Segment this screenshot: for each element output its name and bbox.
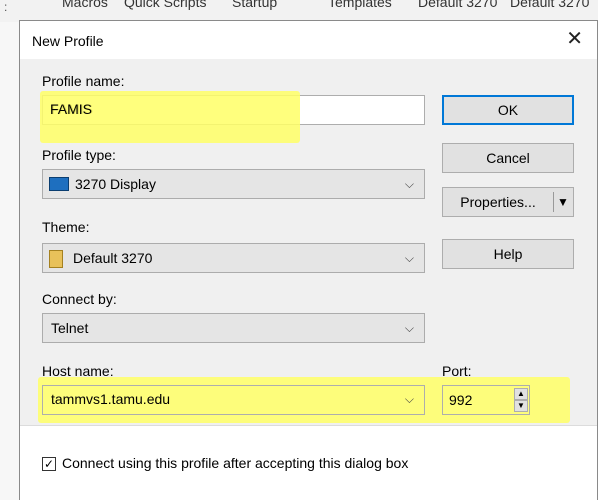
theme-label: Theme: (42, 219, 90, 235)
profile-name-label: Profile name: (42, 73, 125, 89)
port-label: Port: (442, 363, 472, 379)
new-profile-dialog: New Profile ✕ Profile name: FAMIS FAMIS … (19, 20, 598, 500)
background-tab-default-3270[interactable]: Default 3270 (418, 0, 497, 10)
connect-checkbox[interactable]: ✓ (42, 457, 56, 471)
dialog-title: New Profile (32, 33, 104, 49)
properties-button[interactable]: Properties... ▼ (442, 187, 574, 217)
display-icon (49, 177, 69, 191)
background-window-edge (0, 22, 20, 500)
cancel-button[interactable]: Cancel (442, 143, 574, 173)
background-ellipsis: : (4, 0, 8, 14)
split-divider (553, 192, 554, 212)
ok-button[interactable]: OK (442, 95, 574, 125)
theme-select[interactable]: Default 3270 ⌵ (42, 243, 425, 273)
profile-type-select[interactable]: 3270 Display ⌵ (42, 169, 425, 199)
host-name-value: tammvs1.tamu.edu (51, 391, 171, 407)
background-tab-macros[interactable]: Macros (62, 0, 108, 10)
title-bar: New Profile ✕ (20, 21, 597, 59)
background-tab-strip: : Macros Quick Scripts Startup Templates… (0, 0, 598, 22)
connect-by-label: Connect by: (42, 291, 117, 307)
dropdown-arrow-icon[interactable]: ▼ (557, 188, 569, 216)
properties-label: Properties... (460, 194, 536, 210)
background-tab-templates[interactable]: Templates (328, 0, 392, 10)
chevron-down-icon: ⌵ (404, 251, 414, 265)
connect-by-select[interactable]: Telnet ⌵ (42, 313, 425, 343)
profile-type-value: 3270 Display (75, 176, 156, 192)
profile-name-highlight (40, 91, 300, 143)
chevron-down-icon: ⌵ (404, 392, 414, 406)
profile-name-value-overlay: FAMIS (50, 101, 93, 117)
background-tab-quick-scripts[interactable]: Quick Scripts (124, 0, 206, 10)
close-icon[interactable]: ✕ (566, 27, 583, 51)
connect-checkbox-label: Connect using this profile after accepti… (62, 455, 409, 471)
chevron-down-icon: ⌵ (404, 177, 414, 191)
connect-by-value: Telnet (51, 320, 89, 336)
profile-type-label: Profile type: (42, 147, 116, 163)
help-button[interactable]: Help (442, 239, 574, 269)
spin-up-icon[interactable]: ▲ (514, 388, 528, 400)
spin-down-icon[interactable]: ▼ (514, 400, 528, 412)
port-value: 992 (449, 392, 473, 408)
theme-value: Default 3270 (73, 250, 153, 266)
background-tab-startup[interactable]: Startup (232, 0, 277, 10)
theme-folder-icon (49, 250, 63, 268)
background-tab-default-3270-2[interactable]: Default 3270 (510, 0, 589, 10)
port-spinner[interactable]: 992 ▲ ▼ (442, 385, 530, 415)
chevron-down-icon: ⌵ (404, 321, 414, 335)
host-name-input[interactable]: tammvs1.tamu.edu ⌵ (42, 385, 425, 415)
